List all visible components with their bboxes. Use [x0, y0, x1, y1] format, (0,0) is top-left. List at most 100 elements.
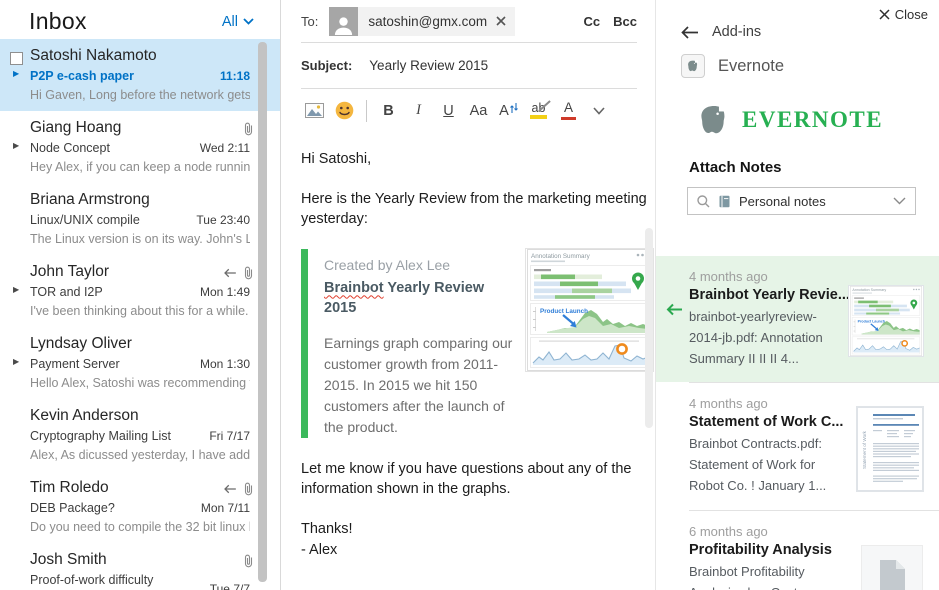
font-size-label: A	[499, 103, 509, 119]
underline-button[interactable]: U	[435, 98, 462, 124]
email-subject: Proof-of-work difficulty increasing	[30, 572, 210, 590]
note-time: 4 months ago	[689, 269, 847, 284]
note-card[interactable]: 4 months ago Statement of Work C... Brai…	[656, 383, 939, 509]
note-desc: Brainbot Profitability Analysis.xlsx: Cu…	[689, 562, 847, 590]
email-time: Tue 7/7	[210, 581, 250, 590]
picture-icon	[305, 103, 324, 118]
close-addins-button[interactable]: Close	[879, 7, 928, 22]
to-label: To:	[301, 14, 318, 29]
addins-title: Add-ins	[712, 24, 761, 40]
body-greeting: Hi Satoshi,	[301, 149, 653, 170]
paperclip-icon	[244, 482, 253, 496]
email-list-item[interactable]: Giang Hoang Node Concept Wed 2:11 ▶ Hey …	[0, 111, 280, 183]
recipient-chip[interactable]: satoshin@gmx.com	[329, 7, 515, 36]
email-time: 11:18	[220, 68, 250, 85]
subject-input[interactable]: Yearly Review 2015	[369, 58, 488, 73]
note-document-thumbnail: Statement of Work	[857, 407, 923, 491]
recipient-email: satoshin@gmx.com	[358, 14, 496, 29]
file-icon	[879, 559, 906, 590]
note-thumb	[861, 541, 923, 590]
note-card[interactable]: 4 months ago Brainbot Yearly Revie... br…	[656, 256, 939, 382]
annotation-summary-thumbnail	[526, 249, 653, 371]
size-arrows-icon	[510, 102, 518, 114]
sender-name: Kevin Anderson	[30, 406, 250, 426]
email-preview: Hello Alex, Satoshi was recommending th …	[30, 375, 250, 392]
email-list-item[interactable]: Josh Smith Proof-of-work difficulty incr…	[0, 543, 280, 590]
expand-arrow-icon[interactable]: ▶	[13, 69, 19, 78]
inbox-title: Inbox	[29, 8, 87, 35]
typeface-button[interactable]: Aa	[465, 98, 492, 124]
email-list-item[interactable]: Kevin Anderson Cryptography Mailing List…	[0, 399, 280, 471]
quote-byline: Created by Alex Lee	[324, 256, 514, 276]
person-icon	[332, 13, 355, 36]
email-subject: P2P e-cash paper	[30, 68, 134, 85]
email-list-scrollbar[interactable]	[258, 42, 267, 582]
close-icon	[496, 16, 506, 26]
note-time: 4 months ago	[689, 396, 847, 411]
evernote-logo: EVERNOTE	[656, 78, 939, 138]
expand-arrow-icon[interactable]: ▶	[13, 141, 19, 150]
insert-picture-button[interactable]	[301, 98, 328, 124]
inbox-filter-dropdown[interactable]: All	[222, 14, 254, 30]
sender-name: Satoshi Nakamoto	[30, 46, 250, 66]
attach-notes-heading: Attach Notes	[656, 138, 939, 187]
italic-button[interactable]: I	[405, 98, 432, 124]
insert-emoji-button[interactable]	[331, 98, 358, 124]
email-preview: Do you need to compile the 32 bit linux …	[30, 519, 250, 536]
smiley-icon	[335, 101, 354, 120]
chevron-down-icon	[243, 18, 254, 25]
close-icon	[879, 9, 890, 20]
evernote-app-icon	[681, 54, 705, 78]
font-color-button[interactable]: A	[555, 98, 582, 124]
email-list: Satoshi Nakamoto P2P e-cash paper 11:18 …	[0, 39, 280, 590]
message-body-editor[interactable]: Hi Satoshi, Here is the Yearly Review fr…	[301, 132, 653, 560]
more-formatting-button[interactable]	[585, 98, 612, 124]
addin-app-name: Evernote	[718, 57, 784, 76]
subject-row[interactable]: Subject: Yearly Review 2015	[301, 43, 637, 88]
email-list-item[interactable]: Briana Armstrong Linux/UNIX compile Tue …	[0, 183, 280, 255]
email-preview: Hey Alex, if you can keep a node running…	[30, 159, 250, 176]
email-time: Fri 7/17	[209, 428, 250, 445]
email-subject: Linux/UNIX compile	[30, 212, 140, 229]
expand-arrow-icon[interactable]: ▶	[13, 357, 19, 366]
note-thumb	[849, 286, 923, 369]
inbox-filter-label: All	[222, 14, 238, 30]
note-time: 6 months ago	[689, 524, 847, 539]
quote-title: Brainbot Yearly Review 2015	[324, 278, 514, 319]
sender-name: Giang Hoang	[30, 118, 250, 138]
body-signature: - Alex	[301, 540, 653, 561]
notebook-search-select[interactable]: Personal notes	[687, 187, 916, 215]
addin-app-row: Evernote	[656, 40, 939, 78]
toolbar-divider	[366, 100, 367, 122]
font-color-swatch	[561, 117, 576, 121]
remove-recipient-button[interactable]	[496, 16, 515, 26]
back-arrow-icon	[681, 26, 699, 39]
highlight-button[interactable]: ab	[525, 98, 552, 124]
email-checkbox[interactable]	[10, 52, 23, 65]
reply-arrow-icon	[223, 268, 237, 278]
cc-button[interactable]: Cc	[584, 14, 601, 29]
inbox-pane: Inbox All Satoshi Nakamoto P2P e-cash pa…	[0, 0, 281, 590]
email-list-item[interactable]: Satoshi Nakamoto P2P e-cash paper 11:18 …	[0, 39, 280, 111]
highlight-color-swatch	[530, 115, 547, 119]
chevron-down-icon	[893, 197, 906, 205]
sender-name: Josh Smith	[30, 550, 250, 570]
body-closing: Thanks!	[301, 519, 653, 540]
email-list-item[interactable]: Lyndsay Oliver Payment Server Mon 1:30 ▶…	[0, 327, 280, 399]
formatting-toolbar: B I U Aa A ab A	[301, 89, 637, 132]
back-button[interactable]	[681, 26, 699, 39]
evernote-logo-text: EVERNOTE	[742, 107, 883, 133]
email-time: Mon 1:30	[200, 356, 250, 373]
compose-scrollbar[interactable]	[645, 228, 653, 428]
expand-arrow-icon[interactable]: ▶	[13, 285, 19, 294]
email-list-item[interactable]: Tim Roledo DEB Package? Mon 7/11 Do you …	[0, 471, 280, 543]
note-card[interactable]: 6 months ago Profitability Analysis Brai…	[656, 511, 939, 590]
close-label: Close	[895, 7, 928, 22]
sender-name: John Taylor	[30, 262, 250, 282]
bcc-button[interactable]: Bcc	[613, 14, 637, 29]
email-list-item[interactable]: John Taylor TOR and I2P Mon 1:49 ▶ I've …	[0, 255, 280, 327]
evernote-quote-block: Created by Alex Lee Brainbot Yearly Revi…	[301, 249, 653, 438]
font-size-button[interactable]: A	[495, 98, 522, 124]
email-time: Mon 7/11	[201, 500, 250, 517]
bold-button[interactable]: B	[375, 98, 402, 124]
